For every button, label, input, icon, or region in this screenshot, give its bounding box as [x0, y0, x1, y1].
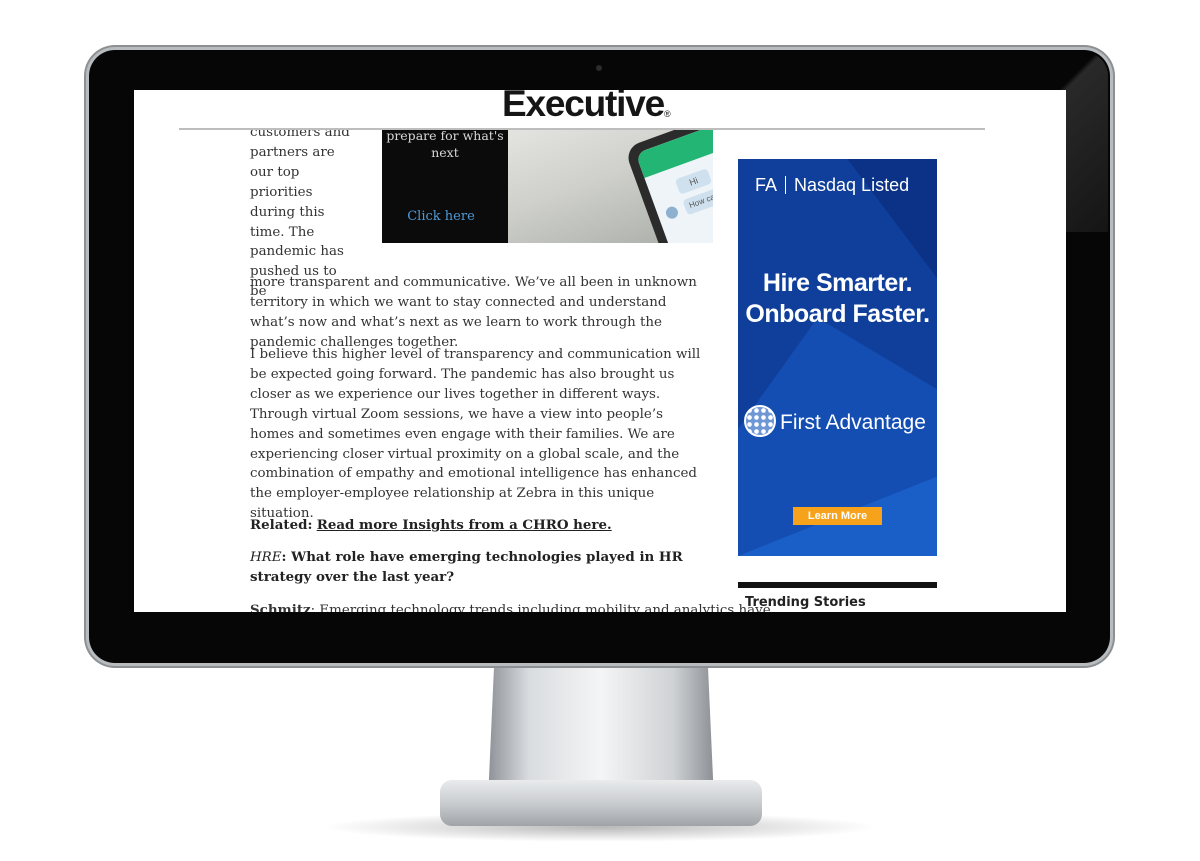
- monitor-stand-base: [440, 780, 762, 826]
- promo-click-link[interactable]: Click here: [382, 209, 500, 224]
- ad-headline-line2: Onboard Faster.: [745, 300, 930, 328]
- ad-headline: Hire Smarter. Onboard Faster.: [738, 268, 937, 330]
- promo-banner[interactable]: prepare for what's next Click here Hi Ho…: [382, 124, 713, 243]
- ad-header-nasdaq: Nasdaq Listed: [794, 175, 910, 195]
- phone-screen: Hi How can I help you?: [635, 124, 713, 243]
- site-header: Executive®: [134, 90, 1066, 130]
- trending-title: Trending Stories: [745, 595, 866, 610]
- answer-text: : Emerging technology trends including m…: [310, 603, 771, 612]
- header-divider: [179, 128, 985, 130]
- side-advertisement[interactable]: FA Nasdaq Listed Hire Smarter. Onboard Fa…: [738, 159, 937, 556]
- phone-image: Hi How can I help you?: [624, 124, 713, 243]
- article-paragraph-2: I believe this higher level of transpare…: [250, 347, 701, 522]
- globe-icon: [744, 405, 776, 437]
- article-paragraph-1: more transparent and communicative. We’v…: [250, 275, 697, 350]
- ad-brand: First Advantage: [744, 405, 937, 437]
- monitor-stand: [488, 650, 714, 800]
- ad-header: FA Nasdaq Listed: [755, 175, 909, 196]
- ad-header-fa: FA: [755, 175, 778, 195]
- related-line: Related: Read more Insights from a CHRO …: [250, 516, 710, 536]
- related-label: Related:: [250, 517, 313, 533]
- ad-headline-line1: Hire Smarter.: [762, 269, 913, 297]
- camera-icon: [596, 65, 602, 71]
- trending-divider: [738, 582, 937, 588]
- promo-photo: Hi How can I help you?: [508, 124, 713, 243]
- site-logo[interactable]: Executive®: [502, 90, 671, 126]
- chat-avatar-icon: [664, 205, 680, 221]
- site-logo-text: Executive: [502, 90, 665, 124]
- learn-more-button[interactable]: Learn More: [793, 507, 882, 525]
- related-link[interactable]: Read more Insights from a CHRO here.: [317, 517, 612, 533]
- question-label: HRE: [250, 550, 282, 565]
- interview-question: HRE: What role have emerging technologie…: [250, 548, 710, 588]
- promo-text: prepare for what's next: [386, 128, 504, 160]
- ad-brand-name: First Advantage: [780, 411, 926, 434]
- browser-screen: customers and partners are our top prior…: [134, 90, 1066, 612]
- ad-header-separator: [785, 176, 787, 194]
- interview-answer: Schmitz: Emerging technology trends incl…: [250, 601, 771, 612]
- registered-mark: ®: [663, 109, 671, 119]
- question-text: : What role have emerging technologies p…: [250, 549, 683, 585]
- answer-speaker: Schmitz: [250, 602, 311, 612]
